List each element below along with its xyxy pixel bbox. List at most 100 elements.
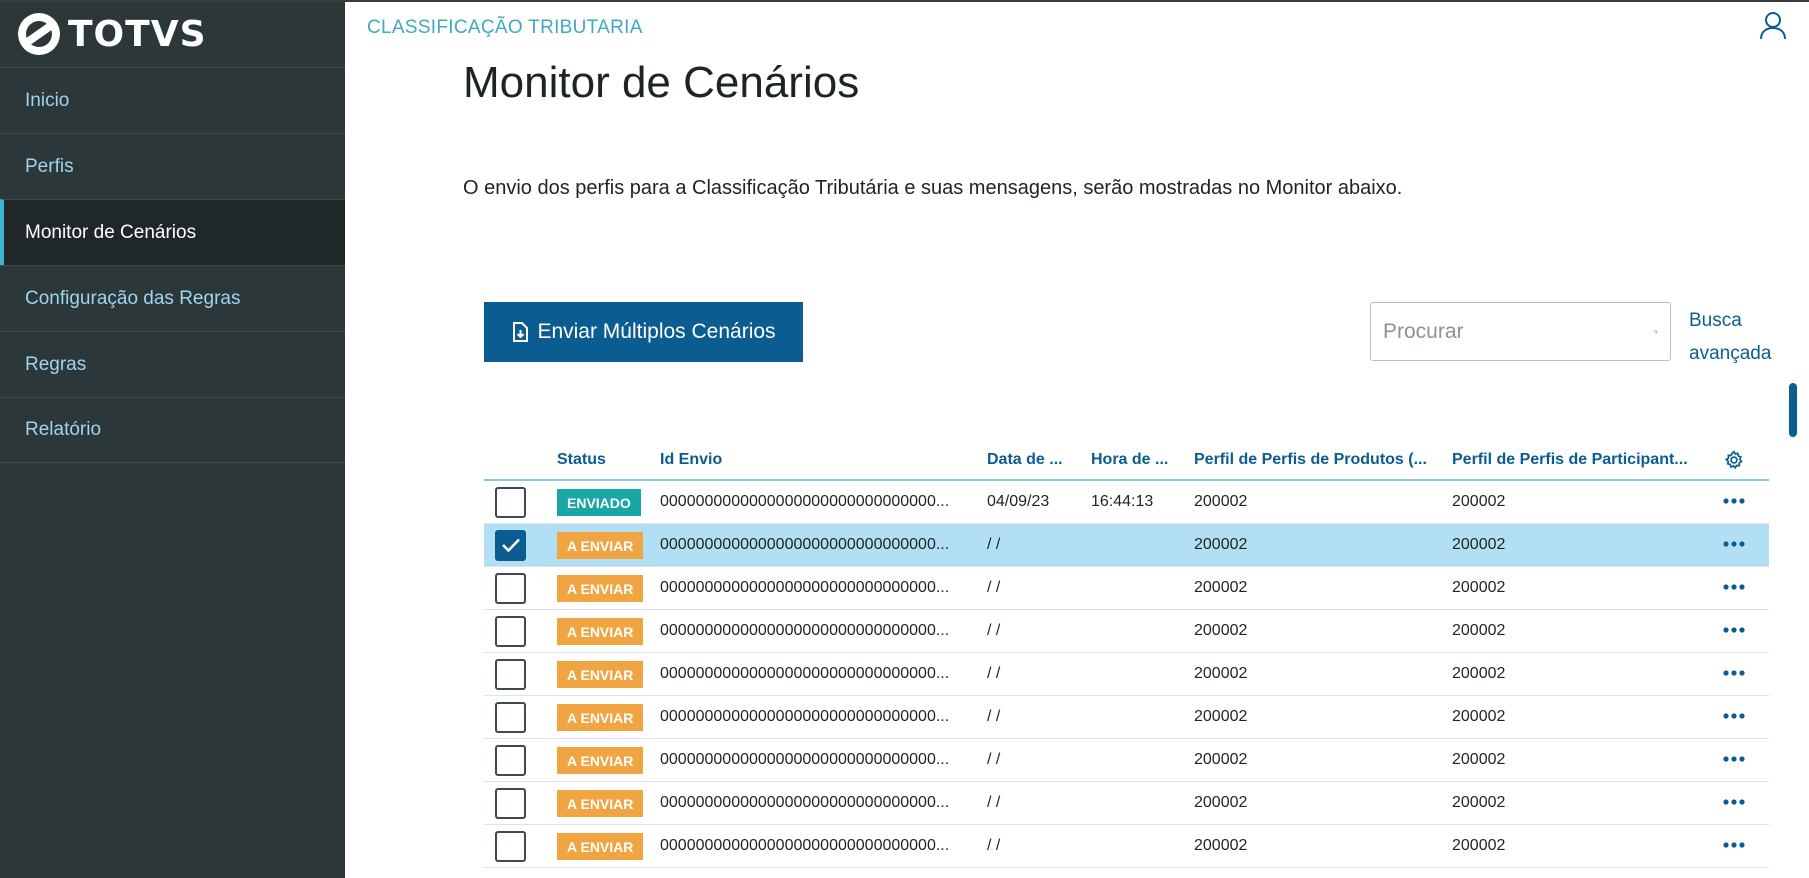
check-icon <box>502 538 520 552</box>
table-row[interactable]: A ENVIAR 0000000000000000000000000000000.… <box>484 567 1769 610</box>
more-icon[interactable] <box>1721 536 1747 552</box>
perfil-participantes-cell: 200002 <box>1452 579 1506 596</box>
send-multiple-scenarios-button[interactable]: Enviar Múltiplos Cenários <box>484 302 803 362</box>
sidebar-item-label: Relatório <box>25 419 102 440</box>
row-checkbox[interactable] <box>495 530 526 561</box>
logo: TOTVS <box>18 12 207 56</box>
sidebar-item-label: Configuração das Regras <box>25 287 241 309</box>
row-checkbox[interactable] <box>495 831 526 862</box>
sidebar-item-label: Regras <box>25 353 87 375</box>
logo-text: TOTVS <box>68 13 207 55</box>
breadcrumb[interactable]: CLASSIFICAÇÃO TRIBUTARIA <box>367 17 643 39</box>
user-icon[interactable] <box>1758 10 1788 40</box>
row-checkbox[interactable] <box>495 616 526 647</box>
status-badge: A ENVIAR <box>557 833 644 860</box>
table-row[interactable]: A ENVIAR 0000000000000000000000000000000.… <box>484 610 1769 653</box>
status-badge: A ENVIAR <box>557 747 644 774</box>
perfil-produtos-cell: 200002 <box>1194 665 1248 682</box>
data-cell: / / <box>987 579 1001 596</box>
sidebar-item[interactable]: Inicio <box>0 67 345 133</box>
row-checkbox[interactable] <box>495 487 526 518</box>
advanced-search-link[interactable]: Busca avançada <box>1689 304 1789 370</box>
perfil-produtos-cell: 200002 <box>1194 794 1248 811</box>
id-envio-cell: 0000000000000000000000000000000... <box>660 536 950 553</box>
perfil-participantes-cell: 200002 <box>1452 708 1506 725</box>
id-envio-cell: 0000000000000000000000000000000... <box>660 751 950 768</box>
search-field[interactable] <box>1370 302 1671 361</box>
sidebar-item[interactable]: Relatório <box>0 397 345 463</box>
sidebar: TOTVS Inicio Perfis Monitor de Cenários Con… <box>0 0 345 878</box>
table-row[interactable]: A ENVIAR 0000000000000000000000000000000.… <box>484 696 1769 739</box>
column-header-perfil-produtos[interactable]: Perfil de Perfis de Produtos (... <box>1194 451 1427 469</box>
perfil-participantes-cell: 200002 <box>1452 837 1506 854</box>
more-icon[interactable] <box>1721 579 1747 595</box>
status-badge: ENVIADO <box>557 489 641 516</box>
id-envio-cell: 0000000000000000000000000000000... <box>660 708 950 725</box>
sidebar-item-label: Inicio <box>25 89 70 111</box>
data-cell: / / <box>987 665 1001 682</box>
sidebar-item-label: Perfis <box>25 155 74 177</box>
data-cell: / / <box>987 536 1001 553</box>
table-row[interactable]: A ENVIAR 0000000000000000000000000000000.… <box>484 782 1769 825</box>
more-icon[interactable] <box>1721 708 1747 724</box>
perfil-participantes-cell: 200002 <box>1452 536 1506 553</box>
status-badge: A ENVIAR <box>557 575 644 602</box>
data-cell: / / <box>987 794 1001 811</box>
status-badge: A ENVIAR <box>557 618 644 645</box>
column-header-hora[interactable]: Hora de ... <box>1091 451 1168 469</box>
search-input[interactable] <box>1383 319 1654 344</box>
perfil-participantes-cell: 200002 <box>1452 622 1506 639</box>
column-header-status[interactable]: Status <box>557 451 606 469</box>
search-icon[interactable] <box>1654 317 1658 347</box>
id-envio-cell: 0000000000000000000000000000000... <box>660 579 950 596</box>
sidebar-item[interactable]: Monitor de Cenários <box>0 199 345 265</box>
data-cell: / / <box>987 708 1001 725</box>
perfil-produtos-cell: 200002 <box>1194 751 1248 768</box>
more-icon[interactable] <box>1721 751 1747 767</box>
row-checkbox[interactable] <box>495 702 526 733</box>
id-envio-cell: 0000000000000000000000000000000... <box>660 794 950 811</box>
more-icon[interactable] <box>1721 837 1747 853</box>
page-description: O envio dos perfis para a Classificação … <box>463 177 1403 199</box>
sidebar-item[interactable]: Regras <box>0 331 345 397</box>
row-checkbox[interactable] <box>495 788 526 819</box>
id-envio-cell: 0000000000000000000000000000000... <box>660 665 950 682</box>
column-header-data[interactable]: Data de ... <box>987 451 1063 469</box>
data-cell: / / <box>987 837 1001 854</box>
perfil-produtos-cell: 200002 <box>1194 579 1248 596</box>
page-title: Monitor de Cenários <box>463 58 860 107</box>
table-row[interactable]: A ENVIAR 0000000000000000000000000000000.… <box>484 524 1769 567</box>
row-checkbox[interactable] <box>495 573 526 604</box>
data-cell: / / <box>987 622 1001 639</box>
more-icon[interactable] <box>1721 794 1747 810</box>
sidebar-item[interactable]: Perfis <box>0 133 345 199</box>
data-cell: / / <box>987 751 1001 768</box>
id-envio-cell: 0000000000000000000000000000000... <box>660 837 950 854</box>
table-row[interactable]: A ENVIAR 0000000000000000000000000000000.… <box>484 739 1769 782</box>
id-envio-cell: 0000000000000000000000000000000... <box>660 622 950 639</box>
more-icon[interactable] <box>1721 622 1747 638</box>
scrollbar-thumb[interactable] <box>1789 383 1797 437</box>
table-row[interactable]: ENVIADO 0000000000000000000000000000000..… <box>484 481 1769 524</box>
status-badge: A ENVIAR <box>557 704 644 731</box>
perfil-produtos-cell: 200002 <box>1194 622 1248 639</box>
column-header-perfil-participantes[interactable]: Perfil de Perfis de Participant... <box>1452 451 1688 469</box>
window-top-border <box>0 0 1809 2</box>
perfil-produtos-cell: 200002 <box>1194 708 1248 725</box>
table-row[interactable]: A ENVIAR 0000000000000000000000000000000.… <box>484 653 1769 696</box>
sidebar-item[interactable]: Configuração das Regras <box>0 265 345 331</box>
id-envio-cell: 0000000000000000000000000000000... <box>660 493 950 510</box>
row-checkbox[interactable] <box>495 659 526 690</box>
row-checkbox[interactable] <box>495 745 526 776</box>
send-button-label: Enviar Múltiplos Cenários <box>537 320 776 343</box>
upload-file-icon <box>513 322 529 342</box>
table-header: Status Id Envio Data de ... Hora de ... … <box>484 440 1769 481</box>
column-header-id-envio[interactable]: Id Envio <box>660 451 722 469</box>
status-badge: A ENVIAR <box>557 790 644 817</box>
hora-cell: 16:44:13 <box>1091 493 1154 510</box>
perfil-participantes-cell: 200002 <box>1452 665 1506 682</box>
more-icon[interactable] <box>1721 493 1747 509</box>
table-row[interactable]: A ENVIAR 0000000000000000000000000000000.… <box>484 825 1769 868</box>
gear-icon[interactable] <box>1724 450 1744 470</box>
more-icon[interactable] <box>1721 665 1747 681</box>
